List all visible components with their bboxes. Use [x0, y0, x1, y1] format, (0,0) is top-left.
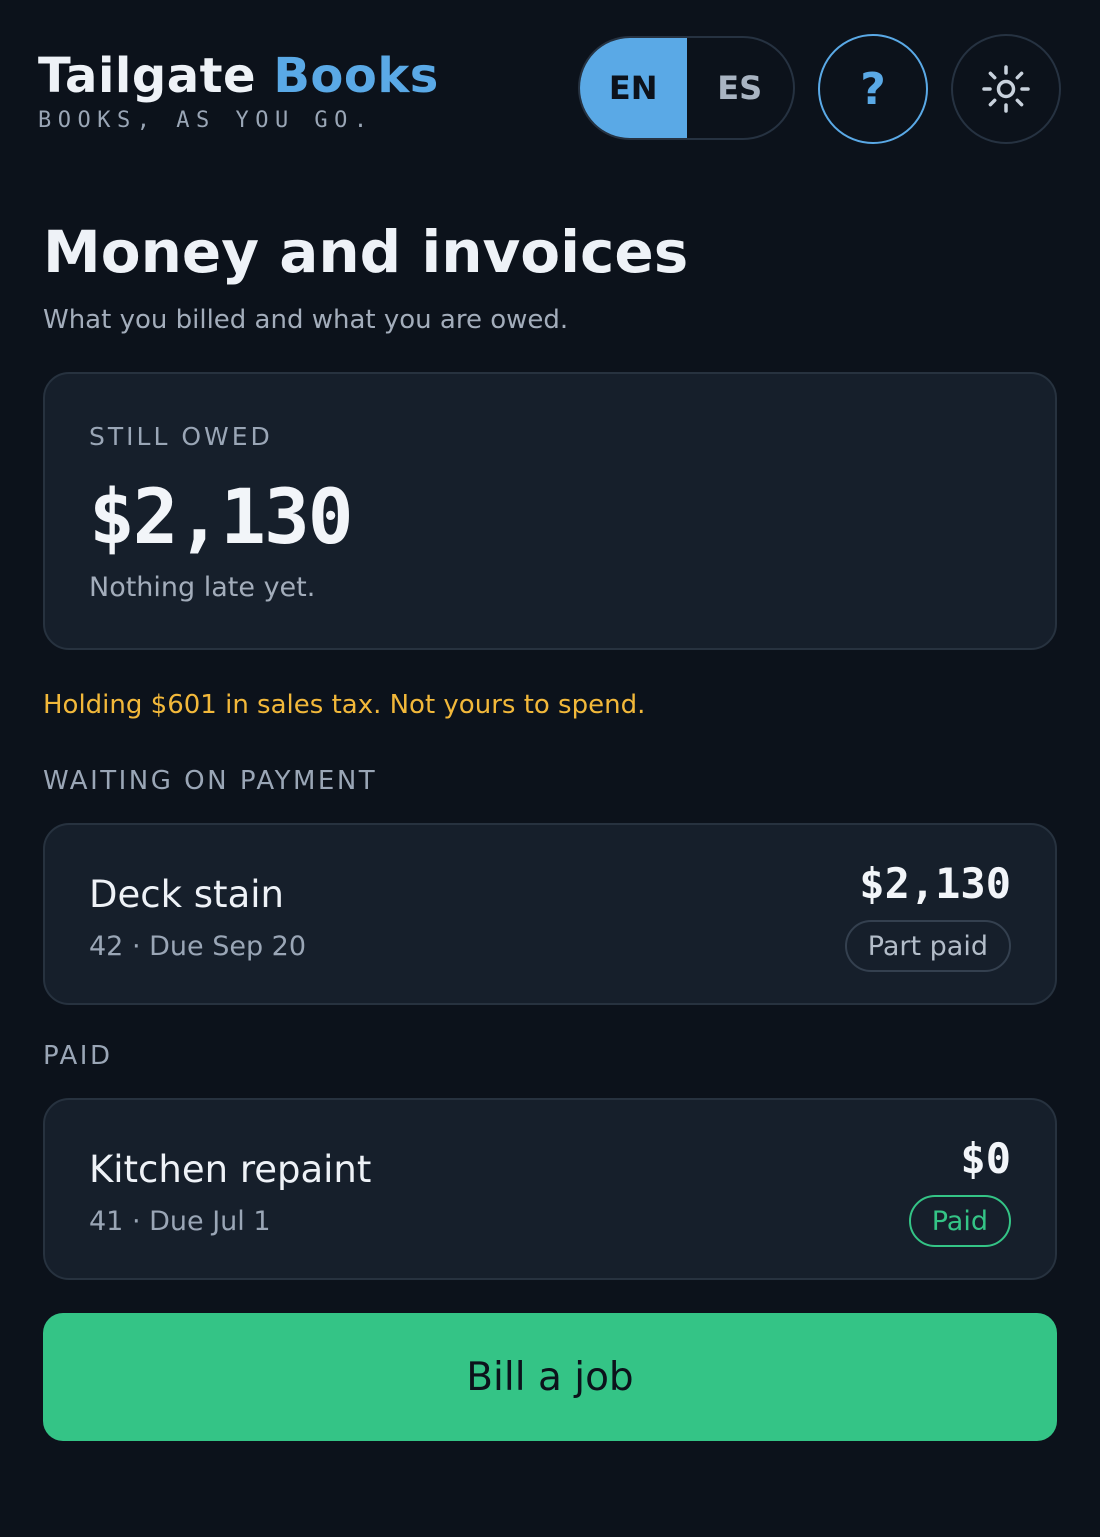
bill-a-job-button[interactable]: Bill a job: [43, 1313, 1057, 1441]
invoice-card[interactable]: Kitchen repaint 41 · Due Jul 1 $0 Paid: [43, 1098, 1057, 1280]
still-owed-note: Nothing late yet.: [89, 572, 316, 603]
section-waiting-label: WAITING ON PAYMENT: [43, 766, 378, 796]
invoice-meta: 42 · Due Sep 20: [89, 931, 307, 962]
help-button[interactable]: ?: [818, 34, 928, 144]
gear-icon: [982, 65, 1030, 113]
status-badge: Paid: [908, 1195, 1011, 1247]
status-badge: Part paid: [844, 920, 1011, 972]
invoice-name: Kitchen repaint: [89, 1148, 372, 1191]
help-icon: ?: [860, 63, 886, 115]
page-subtitle: What you billed and what you are owed.: [43, 305, 569, 335]
invoice-name: Deck stain: [89, 873, 284, 916]
app-tagline: BOOKS, AS YOU GO.: [38, 108, 374, 133]
invoice-card[interactable]: Deck stain 42 · Due Sep 20 $2,130 Part p…: [43, 823, 1057, 1005]
sales-tax-notice: Holding $601 in sales tax. Not yours to …: [43, 690, 646, 720]
page-title: Money and invoices: [43, 218, 689, 286]
language-toggle[interactable]: EN ES: [578, 36, 795, 140]
brand: Tailgate Books BOOKS, AS YOU GO.: [38, 50, 439, 133]
invoice-amount: $2,130: [859, 859, 1011, 908]
invoice-amount: $0: [960, 1134, 1011, 1183]
app-header: Tailgate Books BOOKS, AS YOU GO. EN ES ?: [38, 30, 1062, 150]
still-owed-amount: $2,130: [89, 472, 354, 561]
still-owed-label: STILL OWED: [89, 422, 273, 451]
theme-settings-button[interactable]: [951, 34, 1061, 144]
app-title: Tailgate Books: [38, 50, 439, 102]
language-option-en[interactable]: EN: [580, 38, 687, 138]
app-title-part1: Tailgate: [38, 48, 257, 104]
still-owed-card: STILL OWED $2,130 Nothing late yet.: [43, 372, 1057, 650]
app-title-part2: Books: [273, 48, 439, 104]
language-option-es[interactable]: ES: [687, 38, 794, 138]
section-paid-label: PAID: [43, 1041, 113, 1071]
invoice-meta: 41 · Due Jul 1: [89, 1206, 271, 1237]
